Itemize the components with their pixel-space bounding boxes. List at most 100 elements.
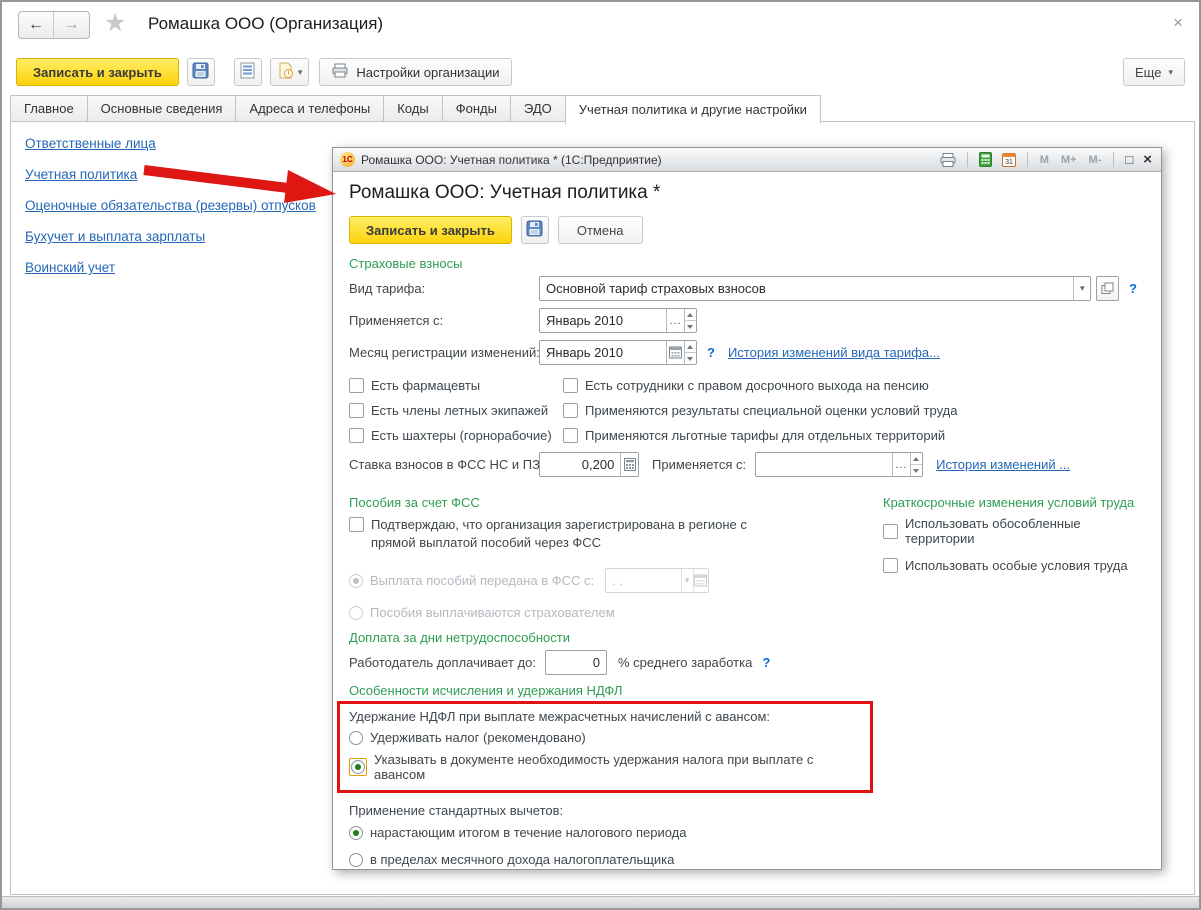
- fss-rate-input[interactable]: [540, 453, 621, 476]
- tab-edo[interactable]: ЭДО: [509, 95, 565, 122]
- spinner: [909, 453, 923, 476]
- special-conditions-checkbox[interactable]: [883, 558, 898, 573]
- org-settings-button[interactable]: Настройки организации: [319, 58, 513, 86]
- favorite-star-icon[interactable]: ★: [104, 8, 126, 38]
- flight-crews-checkbox[interactable]: [349, 403, 364, 418]
- preferential-tariffs-checkbox[interactable]: [563, 428, 578, 443]
- benefits-fss-date-input: [606, 569, 681, 592]
- annotation-arrow: [143, 165, 336, 203]
- spin-up-button[interactable]: [910, 453, 923, 465]
- pharmacists-checkbox[interactable]: [349, 378, 364, 393]
- forward-button[interactable]: →: [54, 12, 89, 38]
- ndfl-group-label: Удержание НДФЛ при выплате межрасчетных …: [349, 709, 771, 724]
- dialog-heading: Ромашка ООО: Учетная политика *: [349, 182, 661, 203]
- ellipsis-button[interactable]: ...: [891, 453, 910, 476]
- back-button[interactable]: ←: [19, 12, 54, 38]
- memory-m-button[interactable]: M: [1037, 154, 1052, 166]
- spin-up-button[interactable]: [684, 341, 696, 353]
- fss-history-link[interactable]: История изменений ...: [936, 457, 1070, 472]
- monthly-income-radio[interactable]: [349, 852, 363, 867]
- memory-m-minus-button[interactable]: M-: [1086, 154, 1105, 166]
- show-list-button[interactable]: [233, 58, 262, 86]
- tab-codes[interactable]: Коды: [383, 95, 442, 122]
- dialog-button-row: Записать и закрыть Отмена: [349, 216, 1145, 244]
- tariff-type-input[interactable]: [540, 277, 1074, 300]
- section-sick-pay-title: Доплата за дни нетрудоспособности: [349, 630, 570, 645]
- help-icon[interactable]: ?: [762, 655, 770, 670]
- cumulative-total-radio[interactable]: [349, 825, 363, 840]
- withhold-tax-radio-row: Удерживать налог (рекомендовано): [349, 730, 862, 745]
- registration-month-input[interactable]: [540, 341, 667, 364]
- cancel-button[interactable]: Отмена: [557, 216, 643, 244]
- save-and-close-button[interactable]: Записать и закрыть: [16, 58, 179, 86]
- sidebar-link-responsible-persons[interactable]: Ответственные лица: [25, 135, 316, 153]
- applies-from-field: ...: [539, 308, 697, 333]
- floppy-icon: [526, 220, 543, 240]
- early-retirement-checkbox[interactable]: [563, 378, 578, 393]
- maximize-button[interactable]: □: [1123, 152, 1135, 167]
- benefits-column: Пособия за счет ФСС Подтверждаю, что орг…: [349, 495, 883, 620]
- miners-checkbox[interactable]: [349, 428, 364, 443]
- calculator-icon[interactable]: [620, 453, 638, 476]
- benefits-insurer-radio-row: Пособия выплачиваются страхователем: [349, 605, 883, 620]
- dialog-save-and-close-button[interactable]: Записать и закрыть: [349, 216, 512, 244]
- ellipsis-button[interactable]: ...: [666, 309, 684, 332]
- section-short-term-title: Краткосрочные изменения условий труда: [883, 495, 1135, 510]
- radio-label: в пределах месячного дохода налогоплател…: [370, 852, 675, 867]
- registration-month-row: Месяц регистрации изменений: ? История и…: [349, 340, 1145, 365]
- print-button[interactable]: [938, 152, 958, 167]
- fss-applies-label: Применяется с:: [652, 457, 747, 472]
- sidebar-link-payroll-accounting[interactable]: Бухучет и выплата зарплаты: [25, 228, 316, 246]
- special-conditions-row: Использовать особые условия труда: [883, 558, 1145, 573]
- checkbox-label: Использовать особые условия труда: [905, 558, 1128, 573]
- spin-down-button[interactable]: [685, 321, 696, 332]
- withhold-tax-radio[interactable]: [349, 730, 363, 745]
- titlebar-divider: [1026, 152, 1028, 167]
- separate-territories-checkbox[interactable]: [883, 523, 898, 539]
- help-icon[interactable]: ?: [707, 345, 715, 360]
- calendar-icon: [692, 569, 709, 592]
- sidebar-link-military-records[interactable]: Воинский учет: [25, 259, 316, 277]
- spin-down-button[interactable]: [911, 465, 922, 476]
- more-button[interactable]: Еще ▾: [1123, 58, 1185, 86]
- dialog-close-button[interactable]: ×: [1141, 151, 1154, 168]
- confirm-direct-payment-checkbox[interactable]: [349, 517, 364, 532]
- close-icon[interactable]: ×: [1173, 13, 1183, 33]
- calculator-button[interactable]: [977, 152, 994, 167]
- sick-pay-input[interactable]: [546, 651, 606, 674]
- tab-addresses[interactable]: Адреса и телефоны: [235, 95, 384, 122]
- applies-from-input[interactable]: [540, 309, 667, 332]
- fss-applies-input[interactable]: [756, 453, 892, 476]
- checkbox-label: Есть члены летных экипажей: [371, 403, 549, 418]
- calendar-button[interactable]: 31: [1000, 152, 1018, 167]
- calendar-icon[interactable]: [666, 341, 684, 364]
- open-choice-form-button[interactable]: [1096, 276, 1119, 301]
- help-icon[interactable]: ?: [1129, 281, 1137, 296]
- tab-main[interactable]: Главное: [10, 95, 87, 122]
- spin-up-button[interactable]: [684, 309, 696, 321]
- checkbox-label: Есть фармацевты: [371, 378, 481, 393]
- specify-in-document-radio[interactable]: [351, 760, 365, 774]
- checkbox-row-early-retirement: Есть сотрудники с правом досрочного выхо…: [563, 378, 1145, 393]
- deductions-label: Применение стандартных вычетов:: [349, 803, 564, 818]
- spinner: [683, 341, 696, 364]
- benefits-insurer-radio: [349, 605, 363, 620]
- benefits-fss-radio-row: Выплата пособий передана в ФСС с: ▾: [349, 568, 883, 593]
- chevron-down-icon: ▾: [297, 66, 303, 77]
- dialog-save-button[interactable]: [520, 216, 549, 244]
- work-conditions-assessment-checkbox[interactable]: [563, 403, 578, 418]
- memory-m-plus-button[interactable]: M+: [1058, 154, 1080, 166]
- spin-down-button[interactable]: [685, 353, 696, 364]
- document-history-button[interactable]: ▾: [269, 58, 310, 86]
- checkbox-label: Подтверждаю, что организация зарегистрир…: [371, 517, 747, 550]
- tab-accounting-policy[interactable]: Учетная политика и другие настройки: [564, 95, 821, 124]
- monthly-income-radio-row: в пределах месячного дохода налогоплател…: [349, 852, 1145, 867]
- focus-ring: [349, 758, 367, 776]
- save-button[interactable]: [186, 58, 215, 86]
- tab-basic-info[interactable]: Основные сведения: [86, 95, 236, 122]
- dialog-titlebar: 1С Ромашка ООО: Учетная политика * (1С:П…: [333, 148, 1161, 172]
- chevron-down-icon[interactable]: ▾: [1073, 277, 1090, 300]
- section-ndfl-title: Особенности исчисления и удержания НДФЛ: [349, 683, 623, 698]
- tab-funds[interactable]: Фонды: [441, 95, 510, 122]
- tariff-history-link[interactable]: История изменений вида тарифа...: [728, 345, 940, 360]
